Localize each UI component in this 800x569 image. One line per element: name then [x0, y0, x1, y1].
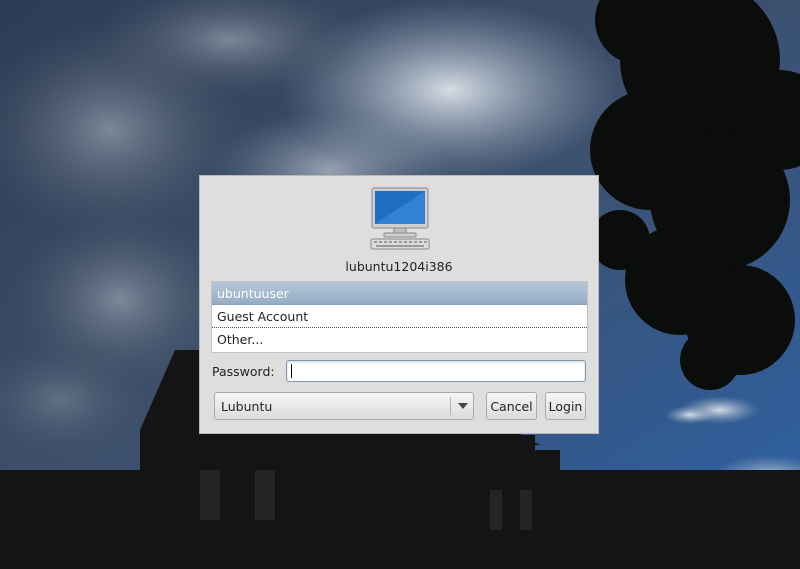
password-input[interactable]: [286, 360, 586, 382]
chevron-down-icon[interactable]: [458, 403, 468, 409]
cancel-button[interactable]: Cancel: [486, 392, 537, 420]
user-item-other[interactable]: Other...: [212, 328, 587, 351]
user-item-ubuntuuser[interactable]: ubuntuuser: [212, 282, 587, 305]
computer-monitor-icon: [370, 187, 430, 250]
select-separator: [450, 397, 451, 415]
password-label: Password:: [212, 364, 275, 379]
session-select[interactable]: Lubuntu: [214, 392, 474, 420]
text-cursor: [291, 364, 292, 378]
user-list: ubuntuuser Guest Account Other...: [211, 281, 588, 353]
login-dialog: lubuntu1204i386 ubuntuuser Guest Account…: [199, 175, 599, 434]
hostname-label: lubuntu1204i386: [345, 259, 453, 274]
login-button[interactable]: Login: [545, 392, 586, 420]
session-selected-label: Lubuntu: [221, 399, 273, 414]
user-item-guest-account[interactable]: Guest Account: [212, 305, 587, 328]
